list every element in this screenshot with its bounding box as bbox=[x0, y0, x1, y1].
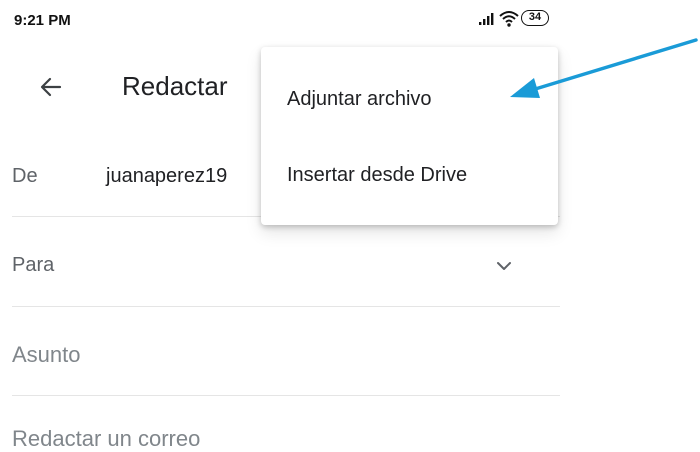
wifi-icon bbox=[499, 11, 519, 27]
body-field[interactable]: Redactar un correo bbox=[12, 397, 560, 451]
menu-item-insert-from-drive[interactable]: Insertar desde Drive bbox=[261, 143, 558, 209]
compose-screen: 9:21 PM 34 Redactar De juanaperez19 Para… bbox=[0, 0, 560, 451]
battery-icon: 34 bbox=[521, 10, 549, 26]
divider bbox=[12, 395, 560, 396]
to-field[interactable]: Para bbox=[12, 218, 560, 306]
divider bbox=[12, 306, 560, 307]
subject-placeholder: Asunto bbox=[12, 342, 81, 367]
page-title: Redactar bbox=[122, 71, 228, 101]
subject-field[interactable]: Asunto bbox=[12, 308, 560, 394]
chevron-down-icon[interactable] bbox=[492, 254, 516, 278]
arrow-left-icon[interactable] bbox=[38, 74, 64, 100]
status-bar: 9:21 PM 34 bbox=[0, 0, 560, 36]
to-label: Para bbox=[12, 254, 55, 276]
body-placeholder: Redactar un correo bbox=[12, 426, 201, 451]
status-icons: 34 bbox=[476, 7, 550, 31]
signal-icon bbox=[479, 13, 494, 25]
menu-item-label: Adjuntar archivo bbox=[287, 88, 432, 110]
status-time: 9:21 PM bbox=[14, 12, 71, 29]
annotation-arrow-icon bbox=[510, 38, 698, 98]
menu-item-label: Insertar desde Drive bbox=[287, 164, 468, 186]
from-field[interactable]: juanaperez19 bbox=[106, 165, 227, 188]
from-label: De bbox=[12, 165, 38, 187]
